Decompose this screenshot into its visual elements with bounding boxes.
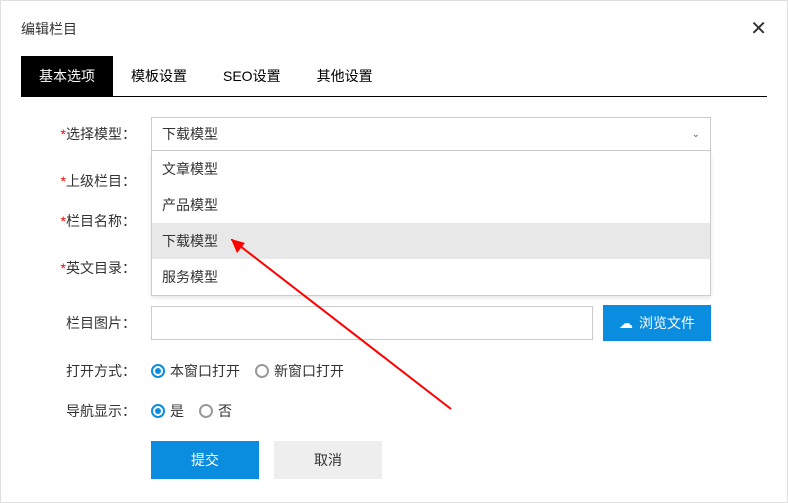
radio-icon <box>151 364 165 378</box>
tab-basic[interactable]: 基本选项 <box>21 56 113 96</box>
browse-button[interactable]: ☁ 浏览文件 <box>603 305 711 341</box>
dropdown-option-article[interactable]: 文章模型 <box>152 151 710 187</box>
cloud-upload-icon: ☁ <box>619 315 633 332</box>
row-navshow: 导航显示： 是 否 <box>21 401 767 421</box>
dropdown-model: 文章模型 产品模型 下载模型 服务模型 <box>151 151 711 296</box>
tab-other[interactable]: 其他设置 <box>299 56 391 96</box>
radio-openmode-new[interactable]: 新窗口打开 <box>255 361 344 381</box>
select-model[interactable]: 下载模型 ⌄ <box>151 117 711 151</box>
radio-icon <box>255 364 269 378</box>
radio-navshow-yes[interactable]: 是 <box>151 401 184 421</box>
modal-content: 基本选项 模板设置 SEO设置 其他设置 *选择模型： 下载模型 ⌄ 文章模型 <box>1 56 787 499</box>
form: *选择模型： 下载模型 ⌄ 文章模型 产品模型 下载模型 服务模型 * <box>21 97 767 499</box>
control-model: 下载模型 ⌄ <box>151 117 711 151</box>
modal-header: 编辑栏目 ✕ <box>1 1 787 56</box>
radio-openmode-self[interactable]: 本窗口打开 <box>151 361 240 381</box>
label-parent: *上级栏目： <box>21 171 151 191</box>
row-model: *选择模型： 下载模型 ⌄ 文章模型 产品模型 下载模型 服务模型 <box>21 117 767 151</box>
close-button[interactable]: ✕ <box>750 16 767 41</box>
dropdown-option-download[interactable]: 下载模型 <box>152 223 710 259</box>
modal-title: 编辑栏目 <box>21 19 77 39</box>
select-model-value: 下载模型 <box>162 124 218 144</box>
chevron-down-icon: ⌄ <box>692 129 700 140</box>
label-model: *选择模型： <box>21 124 151 144</box>
browse-label: 浏览文件 <box>639 313 695 333</box>
cancel-button[interactable]: 取消 <box>274 441 382 479</box>
tab-template[interactable]: 模板设置 <box>113 56 205 96</box>
control-openmode: 本窗口打开 新窗口打开 <box>151 361 711 381</box>
label-openmode: 打开方式： <box>21 361 151 381</box>
button-row: 提交 取消 <box>151 441 767 479</box>
control-navshow: 是 否 <box>151 401 711 421</box>
row-openmode: 打开方式： 本窗口打开 新窗口打开 <box>21 361 767 381</box>
submit-button[interactable]: 提交 <box>151 441 259 479</box>
label-image: 栏目图片： <box>21 313 151 333</box>
input-image[interactable] <box>151 306 593 340</box>
radio-icon <box>199 404 213 418</box>
dropdown-option-product[interactable]: 产品模型 <box>152 187 710 223</box>
label-english: *英文目录： <box>21 258 151 278</box>
control-image: ☁ 浏览文件 <box>151 305 711 341</box>
row-image: 栏目图片： ☁ 浏览文件 <box>21 305 767 341</box>
dropdown-option-service[interactable]: 服务模型 <box>152 259 710 295</box>
label-navshow: 导航显示： <box>21 401 151 421</box>
tabs: 基本选项 模板设置 SEO设置 其他设置 <box>21 56 767 97</box>
radio-navshow-no[interactable]: 否 <box>199 401 232 421</box>
tab-seo[interactable]: SEO设置 <box>205 56 299 96</box>
label-name: *栏目名称： <box>21 211 151 231</box>
radio-icon <box>151 404 165 418</box>
edit-column-modal: 编辑栏目 ✕ 基本选项 模板设置 SEO设置 其他设置 *选择模型： 下载模型 … <box>0 0 788 503</box>
